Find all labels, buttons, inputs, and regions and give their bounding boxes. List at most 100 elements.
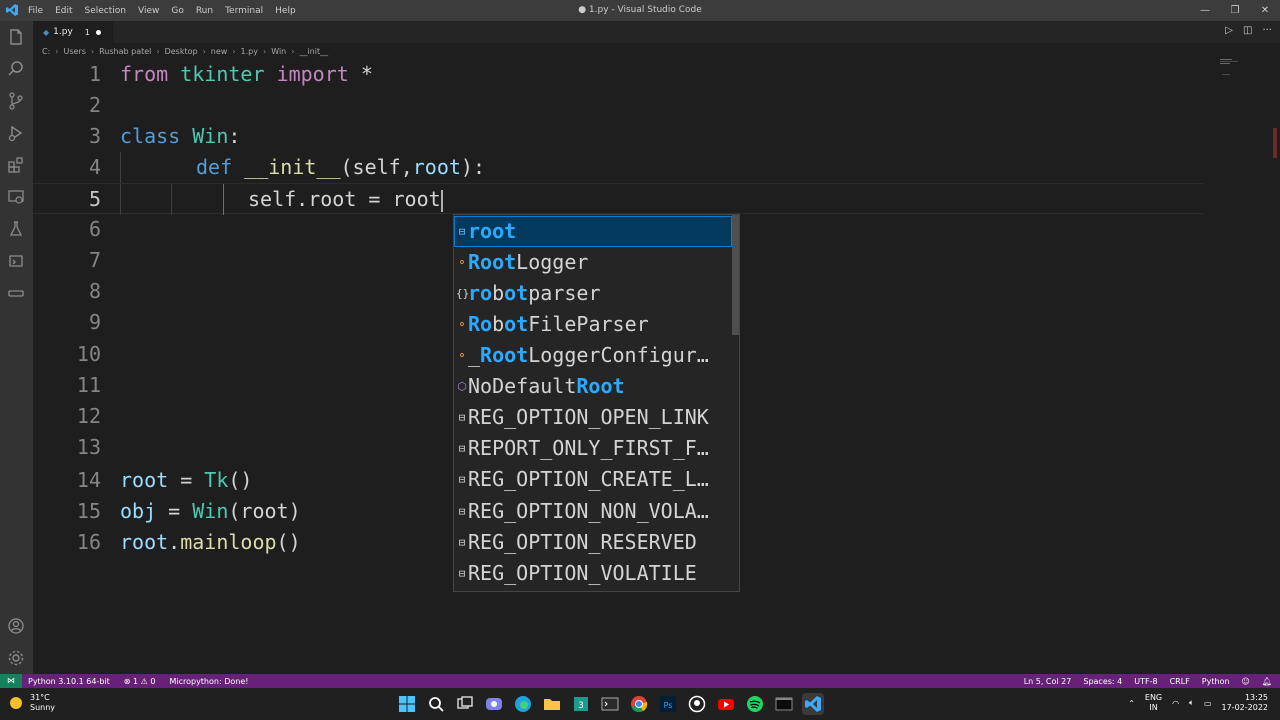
cmd-icon[interactable] xyxy=(773,693,795,715)
chevron-up-icon[interactable]: ⌃ xyxy=(1128,699,1135,708)
suggestion-item[interactable]: ⚬ _RootLoggerConfigur… xyxy=(454,340,732,371)
menu-bar: File Edit Selection View Go Run Terminal… xyxy=(28,0,308,21)
indentation[interactable]: Spaces: 4 xyxy=(1083,677,1122,686)
breadcrumb-item[interactable]: 1.py xyxy=(241,47,258,56)
edge-browser-icon[interactable] xyxy=(512,693,534,715)
system-tray: ⌃ ENG IN ◠ 🔈︎ ▭ 13:25 17-02-2022 xyxy=(1128,693,1268,713)
code-text: = xyxy=(168,468,205,492)
breadcrumb-item[interactable]: __init__ xyxy=(299,47,328,56)
suggestion-item[interactable]: ⊟ REPORT_ONLY_FIRST_F… xyxy=(454,433,732,464)
clock[interactable]: 13:25 17-02-2022 xyxy=(1222,693,1269,713)
suggestion-item[interactable]: ⊟ REG_OPTION_CREATE_L… xyxy=(454,464,732,495)
suggestion-item[interactable]: ⊟ REG_OPTION_VOLATILE xyxy=(454,558,732,589)
suggestion-item[interactable]: ⊟ REG_OPTION_OPEN_LINK xyxy=(454,402,732,433)
problems-count[interactable]: ⊗ 1 ⚠ 0 xyxy=(124,677,156,686)
feedback-icon[interactable]: ☺ xyxy=(1242,677,1250,686)
suggestion-item[interactable]: ⊟ REG_OPTION_RESERVED xyxy=(454,527,732,558)
match-text: ot xyxy=(504,281,529,305)
battery-icon[interactable]: ▭ xyxy=(1204,699,1212,708)
run-file-icon[interactable]: ▷ xyxy=(1225,25,1233,36)
svg-text:3: 3 xyxy=(578,701,584,711)
testing-icon[interactable] xyxy=(6,219,26,239)
breadcrumb-item[interactable]: Desktop xyxy=(165,47,198,56)
vertical-scrollbar[interactable] xyxy=(1270,58,1280,674)
menu-go[interactable]: Go xyxy=(171,6,183,16)
breadcrumb-item[interactable]: Rushab patel xyxy=(99,47,151,56)
volume-icon[interactable]: 🔈︎ xyxy=(1189,698,1194,708)
code-text: () xyxy=(276,530,301,554)
account-icon[interactable] xyxy=(6,616,26,636)
suggestion-item[interactable]: ⚬ RootLogger xyxy=(454,247,732,278)
code-text: = xyxy=(156,499,193,523)
match-text: ot xyxy=(504,312,529,336)
notifications-bell-icon[interactable]: 🔔︎ xyxy=(1262,677,1272,686)
split-editor-icon[interactable]: ◫ xyxy=(1243,25,1252,36)
language-indicator[interactable]: ENG IN xyxy=(1145,693,1162,713)
suggestion-item[interactable]: ⬡ NoDefaultRoot xyxy=(454,371,732,402)
vscode-logo-icon xyxy=(6,4,18,16)
menu-file[interactable]: File xyxy=(28,6,43,16)
encoding[interactable]: UTF-8 xyxy=(1134,677,1157,686)
suggestion-text: FileParser xyxy=(528,312,649,336)
menu-terminal[interactable]: Terminal xyxy=(225,6,263,16)
breadcrumb-item[interactable]: Win xyxy=(271,47,286,56)
restore-icon[interactable]: ❐ xyxy=(1220,0,1250,21)
breadcrumb-item[interactable]: new xyxy=(211,47,228,56)
tab-1py[interactable]: ◆ 1.py 1 xyxy=(33,21,113,43)
minimize-icon[interactable]: — xyxy=(1190,0,1220,21)
function-name: mainloop xyxy=(180,530,277,554)
language-mode[interactable]: Python xyxy=(1202,677,1230,686)
remote-explorer-icon[interactable] xyxy=(6,187,26,207)
suggestion-item[interactable]: ⊟ root xyxy=(454,216,732,247)
run-debug-icon[interactable] xyxy=(6,123,26,143)
windows-start-icon[interactable] xyxy=(396,693,418,715)
class-icon: ⚬ xyxy=(457,256,467,269)
minimap[interactable] xyxy=(1218,58,1268,98)
suggestion-item[interactable]: ⊟ REG_OPTION_NON_VOLA… xyxy=(454,496,732,527)
store-icon[interactable]: 3 xyxy=(570,693,592,715)
menu-run[interactable]: Run xyxy=(196,6,213,16)
line-number: 12 xyxy=(76,404,101,428)
vscode-taskbar-icon[interactable] xyxy=(802,693,824,715)
menu-view[interactable]: View xyxy=(138,6,159,16)
breadcrumb-item[interactable]: C: xyxy=(42,47,50,56)
extensions-icon[interactable] xyxy=(6,155,26,175)
breadcrumb-item[interactable]: Users xyxy=(63,47,85,56)
search-icon[interactable] xyxy=(6,59,26,79)
menu-selection[interactable]: Selection xyxy=(85,6,126,16)
cursor-position[interactable]: Ln 5, Col 27 xyxy=(1024,677,1072,686)
python-interpreter[interactable]: Python 3.10.1 64-bit xyxy=(28,677,110,686)
github-icon[interactable] xyxy=(686,693,708,715)
more-actions-icon[interactable]: ··· xyxy=(1262,25,1272,36)
search-icon[interactable] xyxy=(425,693,447,715)
menu-help[interactable]: Help xyxy=(275,6,296,16)
micropython-status[interactable]: Micropython: Done! xyxy=(169,677,248,686)
terminal-app-icon[interactable] xyxy=(599,693,621,715)
end-of-line[interactable]: CRLF xyxy=(1170,677,1190,686)
close-icon[interactable]: ✕ xyxy=(1250,0,1280,21)
wifi-icon[interactable]: ◠ xyxy=(1172,699,1179,708)
source-control-icon[interactable] xyxy=(6,91,26,111)
suggestion-item[interactable]: {} robotparser xyxy=(454,278,732,309)
device-icon[interactable] xyxy=(6,283,26,303)
spotify-icon[interactable] xyxy=(744,693,766,715)
explorer-icon[interactable] xyxy=(6,27,26,47)
suggestion-text: b xyxy=(492,312,505,336)
task-view-icon[interactable] xyxy=(454,693,476,715)
weather-widget[interactable]: 31°C Sunny xyxy=(10,693,55,713)
file-explorer-icon[interactable] xyxy=(541,693,563,715)
suggestion-item[interactable]: ⚬ RobotFileParser xyxy=(454,309,732,340)
svg-text:Ps: Ps xyxy=(664,701,673,710)
settings-gear-icon[interactable] xyxy=(6,648,26,668)
match-text: Ro xyxy=(468,312,493,336)
unsaved-dot-icon[interactable] xyxy=(95,29,101,35)
chat-icon[interactable] xyxy=(483,693,505,715)
suggest-scrollbar[interactable] xyxy=(732,215,739,335)
youtube-icon[interactable] xyxy=(715,693,737,715)
match-text: root xyxy=(468,219,517,243)
python-icon[interactable] xyxy=(6,251,26,271)
photoshop-icon[interactable]: Ps xyxy=(657,693,679,715)
remote-icon[interactable]: ⋈ xyxy=(0,674,22,688)
chrome-icon[interactable] xyxy=(628,693,650,715)
menu-edit[interactable]: Edit xyxy=(55,6,72,16)
